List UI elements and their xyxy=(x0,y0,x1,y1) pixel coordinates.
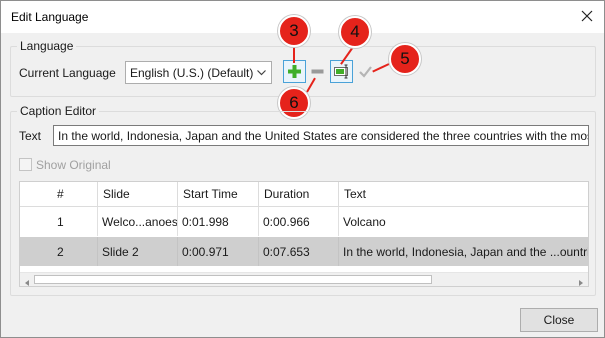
chevron-down-icon xyxy=(256,67,267,78)
row-duration: 0:07.653 xyxy=(259,237,339,266)
callout-5: 5 xyxy=(389,43,421,75)
callout-3-pointer xyxy=(293,46,295,63)
show-original-checkbox[interactable] xyxy=(19,158,32,171)
caption-editor-legend: Caption Editor xyxy=(17,104,100,118)
row-start-time: 0:01.998 xyxy=(178,207,259,236)
edit-language-dialog: Edit Language Language Current Language … xyxy=(0,0,605,338)
scroll-left-icon[interactable] xyxy=(23,276,31,286)
table-row[interactable]: 1 Welco...anoes 0:01.998 0:00.966 Volcan… xyxy=(20,207,588,236)
column-header-text[interactable]: Text xyxy=(339,182,588,207)
row-number: 2 xyxy=(20,237,98,266)
remove-language-button[interactable] xyxy=(306,60,329,83)
row-duration: 0:00.966 xyxy=(259,207,339,236)
close-icon[interactable] xyxy=(579,8,595,24)
table-header: # Slide Start Time Duration Text xyxy=(20,182,588,207)
callout-4: 4 xyxy=(339,16,371,48)
column-header-start-time[interactable]: Start Time xyxy=(178,182,259,207)
caption-text-input[interactable]: In the world, Indonesia, Japan and the U… xyxy=(53,125,589,146)
row-number: 1 xyxy=(20,207,98,236)
add-language-button[interactable] xyxy=(283,60,306,83)
show-original-label: Show Original xyxy=(36,158,111,172)
scroll-right-icon[interactable] xyxy=(577,276,585,286)
horizontal-scrollbar[interactable] xyxy=(20,272,588,286)
current-language-value: English (U.S.) (Default) xyxy=(130,66,254,80)
scrollbar-thumb[interactable] xyxy=(34,275,432,284)
row-slide: Welco...anoes xyxy=(98,207,178,236)
captions-table: # Slide Start Time Duration Text 1 Welco… xyxy=(19,181,589,287)
table-row[interactable]: 2 Slide 2 0:00.971 0:07.653 In the world… xyxy=(20,237,588,266)
current-language-label: Current Language xyxy=(19,66,116,80)
text-label: Text xyxy=(19,129,42,143)
row-text: Volcano xyxy=(343,215,386,229)
current-language-select[interactable]: English (U.S.) (Default) xyxy=(125,61,272,84)
callout-3: 3 xyxy=(278,15,310,47)
column-header-duration[interactable]: Duration xyxy=(259,182,339,207)
column-header-number[interactable]: # xyxy=(20,182,98,207)
row-start-time: 0:00.971 xyxy=(178,237,259,266)
language-group-legend: Language xyxy=(17,39,77,53)
column-header-slide[interactable]: Slide xyxy=(98,182,178,207)
row-text: In the world, Indonesia, Japan and the .… xyxy=(343,245,588,259)
window-title: Edit Language xyxy=(11,10,89,24)
caption-text-value: In the world, Indonesia, Japan and the U… xyxy=(58,129,589,143)
row-slide: Slide 2 xyxy=(98,237,178,266)
close-button[interactable]: Close xyxy=(520,308,598,332)
